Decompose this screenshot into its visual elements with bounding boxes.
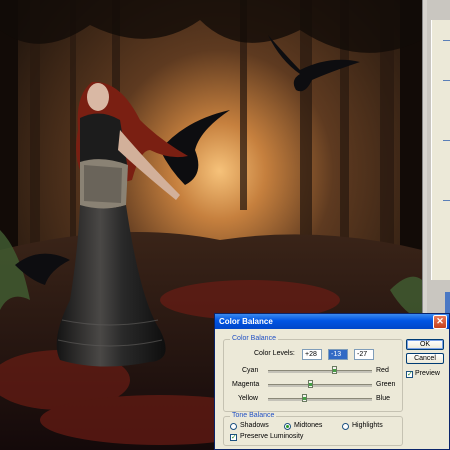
cyan-red-slider[interactable] [268,370,372,373]
cyan-red-slider-thumb[interactable] [332,366,337,374]
panel-scroll-area[interactable] [431,20,450,280]
slider-label-blue: Blue [376,395,391,402]
dialog-title: Color Balance [219,317,273,326]
slider-label-red: Red [376,367,389,374]
yellow-blue-slider-thumb[interactable] [302,394,307,402]
cancel-button[interactable]: Cancel [406,353,444,364]
preview-checkbox[interactable]: ✓ [406,371,413,378]
tone-balance-group-label: Tone Balance [230,412,277,419]
color-balance-group-label: Color Balance [230,335,278,342]
highlights-label: Highlights [352,422,383,429]
tone-balance-group: Tone Balance Shadows Midtones Highlights… [223,412,403,446]
shadows-label: Shadows [240,422,269,429]
ok-button[interactable]: OK [406,339,444,350]
shadows-radio[interactable] [230,423,237,430]
preserve-luminosity-checkbox[interactable]: ✓ [230,434,237,441]
yellow-blue-slider[interactable] [268,398,372,401]
preserve-luminosity-label: Preserve Luminosity [240,433,304,440]
preview-label: Preview [415,370,440,377]
level-magenta-green-input[interactable]: -13 [328,349,348,360]
level-cyan-red-input[interactable]: +28 [302,349,322,360]
highlights-radio[interactable] [342,423,349,430]
midtones-label: Midtones [294,422,323,429]
slider-label-cyan: Cyan [242,367,259,374]
color-balance-dialog: Color Balance ✕ Color Balance Color Leve… [214,313,450,450]
magenta-green-slider-thumb[interactable] [308,380,313,388]
color-balance-group: Color Balance Color Levels: +28 -13 -27 … [223,335,403,412]
dialog-titlebar[interactable]: Color Balance ✕ [215,314,449,329]
slider-label-yellow: Yellow [238,395,258,402]
slider-label-magenta: Magenta [232,381,260,388]
slider-label-green: Green [376,381,396,388]
panel-tick [443,80,450,81]
panel-strip [422,0,450,320]
close-icon[interactable]: ✕ [433,315,447,329]
level-yellow-blue-input[interactable]: -27 [354,349,374,360]
panel-tick [443,200,450,201]
color-levels-label: Color Levels: [254,350,295,357]
magenta-green-slider[interactable] [268,384,372,387]
panel-tick [443,40,450,41]
panel-tick [443,140,450,141]
midtones-radio[interactable] [284,423,291,430]
